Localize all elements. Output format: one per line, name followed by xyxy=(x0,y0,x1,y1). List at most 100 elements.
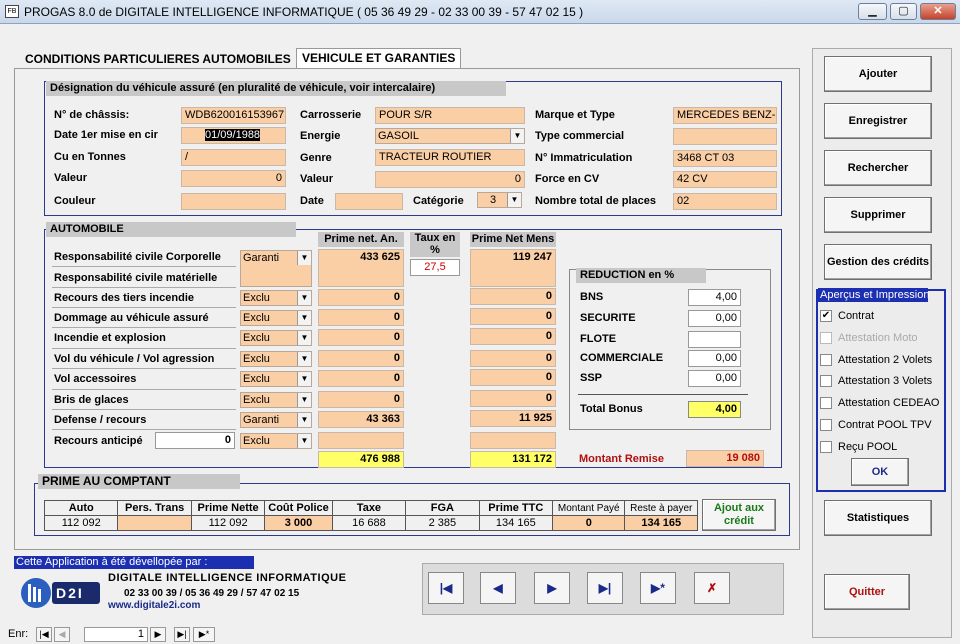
couleur-field[interactable] xyxy=(181,193,286,210)
carrosserie-field[interactable]: POUR S/R xyxy=(375,107,525,124)
last-icon[interactable]: ▶| xyxy=(174,627,190,642)
mens-field[interactable]: 0 xyxy=(470,369,556,386)
ok-button[interactable]: OK xyxy=(851,458,909,486)
mens-field[interactable]: 0 xyxy=(470,288,556,305)
chassis-field[interactable]: WDB620016153967E xyxy=(181,107,286,124)
checkbox[interactable] xyxy=(820,441,832,453)
pers-trans-cell[interactable] xyxy=(117,515,192,531)
mens-field[interactable]: 0 xyxy=(470,328,556,345)
montant-paye-cell[interactable]: 0 xyxy=(552,515,626,531)
chevron-down-icon[interactable]: ▼ xyxy=(297,434,311,448)
col-header: FGA xyxy=(405,500,480,516)
recours-field[interactable]: 0 xyxy=(155,432,235,449)
places-field[interactable]: 02 xyxy=(673,193,777,210)
ajouter-button[interactable]: Ajouter xyxy=(824,56,932,92)
checkbox[interactable] xyxy=(820,375,832,387)
supprimer-button[interactable]: Supprimer xyxy=(824,197,932,233)
prime-field[interactable]: 43 363 xyxy=(318,411,404,428)
typecom-field[interactable] xyxy=(673,128,777,145)
valeur-field[interactable]: 0 xyxy=(181,170,286,187)
option-select[interactable]: Exclu ▼ xyxy=(240,310,312,326)
chevron-down-icon[interactable]: ▼ xyxy=(297,352,311,366)
rc-prime-field[interactable]: 433 625 xyxy=(318,249,404,287)
prev-record-button[interactable]: ◀ xyxy=(480,572,516,604)
option-select[interactable]: Exclu ▼ xyxy=(240,433,312,449)
next-record-button[interactable]: ▶ xyxy=(534,572,570,604)
bns-field[interactable]: 4,00 xyxy=(688,289,741,306)
chevron-down-icon[interactable]: ▼ xyxy=(297,413,311,427)
flote-field[interactable] xyxy=(688,331,741,348)
taux-field[interactable]: 27,5 xyxy=(410,259,460,276)
last-record-button[interactable]: ▶| xyxy=(587,572,623,604)
option-select[interactable]: Exclu ▼ xyxy=(240,351,312,367)
mens-field[interactable]: 0 xyxy=(470,390,556,407)
prime-field[interactable]: 0 xyxy=(318,350,404,367)
mens-field[interactable]: 0 xyxy=(470,308,556,325)
tab-vehicule[interactable]: VEHICULE ET GARANTIES xyxy=(296,48,462,69)
new-icon[interactable]: ▶* xyxy=(193,627,215,642)
gestion-credits-button[interactable]: Gestion des crédits xyxy=(824,244,932,280)
option-select[interactable]: Exclu ▼ xyxy=(240,330,312,346)
valeur2-field[interactable]: 0 xyxy=(375,171,525,188)
chevron-down-icon[interactable]: ▼ xyxy=(510,129,524,143)
prime-field[interactable]: 0 xyxy=(318,370,404,387)
categorie-select[interactable]: 3 ▼ xyxy=(477,192,522,208)
first-icon[interactable]: |◀ xyxy=(36,627,52,642)
chevron-down-icon[interactable]: ▼ xyxy=(297,372,311,386)
prime-field[interactable] xyxy=(318,432,404,449)
chevron-down-icon[interactable]: ▼ xyxy=(297,331,311,345)
checkbox[interactable] xyxy=(820,354,832,366)
new-record-button[interactable]: ▶* xyxy=(640,572,676,604)
prime-field[interactable]: 0 xyxy=(318,289,404,306)
ssp-field[interactable]: 0,00 xyxy=(688,370,741,387)
chevron-down-icon[interactable]: ▼ xyxy=(507,193,521,207)
rc-mens-field[interactable]: 119 247 xyxy=(470,249,556,287)
prime-field[interactable]: 0 xyxy=(318,329,404,346)
ajout-credit-button[interactable]: Ajout aux crédit xyxy=(702,499,776,531)
company-website[interactable]: www.digitale2i.com xyxy=(108,600,200,611)
chevron-down-icon[interactable]: ▼ xyxy=(297,311,311,325)
mens-field[interactable] xyxy=(470,432,556,449)
date-field[interactable] xyxy=(335,193,403,210)
mens-field[interactable]: 11 925 xyxy=(470,410,556,427)
prev-icon[interactable]: ◀ xyxy=(54,627,70,642)
commerciale-field[interactable]: 0,00 xyxy=(688,350,741,367)
record-number-input[interactable]: 1 xyxy=(84,627,148,642)
checkbox[interactable]: ✔ xyxy=(820,310,832,322)
maximize-button[interactable]: ▢ xyxy=(890,3,917,20)
prime-field[interactable]: 0 xyxy=(318,309,404,326)
cu-field[interactable]: / xyxy=(181,149,286,166)
statistiques-button[interactable]: Statistiques xyxy=(824,500,932,536)
option-select[interactable]: Exclu ▼ xyxy=(240,290,312,306)
option-select[interactable]: Exclu ▼ xyxy=(240,392,312,408)
quitter-button[interactable]: Quitter xyxy=(824,574,910,610)
option-select[interactable]: Exclu ▼ xyxy=(240,371,312,387)
next-icon[interactable]: ▶ xyxy=(150,627,166,642)
mens-field[interactable]: 0 xyxy=(470,350,556,367)
marque-field[interactable]: MERCEDES BENZ-1 xyxy=(673,107,777,124)
tab-conditions[interactable]: CONDITIONS PARTICULIERES AUTOMOBILES xyxy=(20,50,296,69)
cout-police-cell[interactable]: 3 000 xyxy=(264,515,333,531)
first-record-button[interactable]: |◀ xyxy=(428,572,464,604)
energie-select[interactable]: GASOIL ▼ xyxy=(375,128,525,144)
date1-field[interactable]: 01/09/1988 xyxy=(181,127,286,144)
option-select[interactable]: Garanti ▼ xyxy=(240,412,312,428)
close-button[interactable]: ✕ xyxy=(920,3,956,20)
prime-field[interactable]: 0 xyxy=(318,391,404,408)
enregistrer-button[interactable]: Enregistrer xyxy=(824,103,932,139)
securite-field[interactable]: 0,00 xyxy=(688,310,741,327)
delete-record-button[interactable]: ✗ xyxy=(694,572,730,604)
checkbox[interactable] xyxy=(820,419,832,431)
chevron-down-icon[interactable]: ▼ xyxy=(297,291,311,305)
col-header: Coût Police xyxy=(264,500,333,516)
rechercher-button[interactable]: Rechercher xyxy=(824,150,932,186)
taxe-cell: 16 688 xyxy=(331,515,407,531)
genre-field[interactable]: TRACTEUR ROUTIER xyxy=(375,149,525,166)
rc-option-select[interactable]: Garanti ▼ xyxy=(240,250,312,287)
immat-field[interactable]: 3468 CT 03 xyxy=(673,150,777,167)
minimize-button[interactable]: ▁ xyxy=(858,3,887,20)
force-field[interactable]: 42 CV xyxy=(673,171,777,188)
checkbox[interactable] xyxy=(820,397,832,409)
chevron-down-icon[interactable]: ▼ xyxy=(297,393,311,407)
chevron-down-icon[interactable]: ▼ xyxy=(297,251,311,265)
